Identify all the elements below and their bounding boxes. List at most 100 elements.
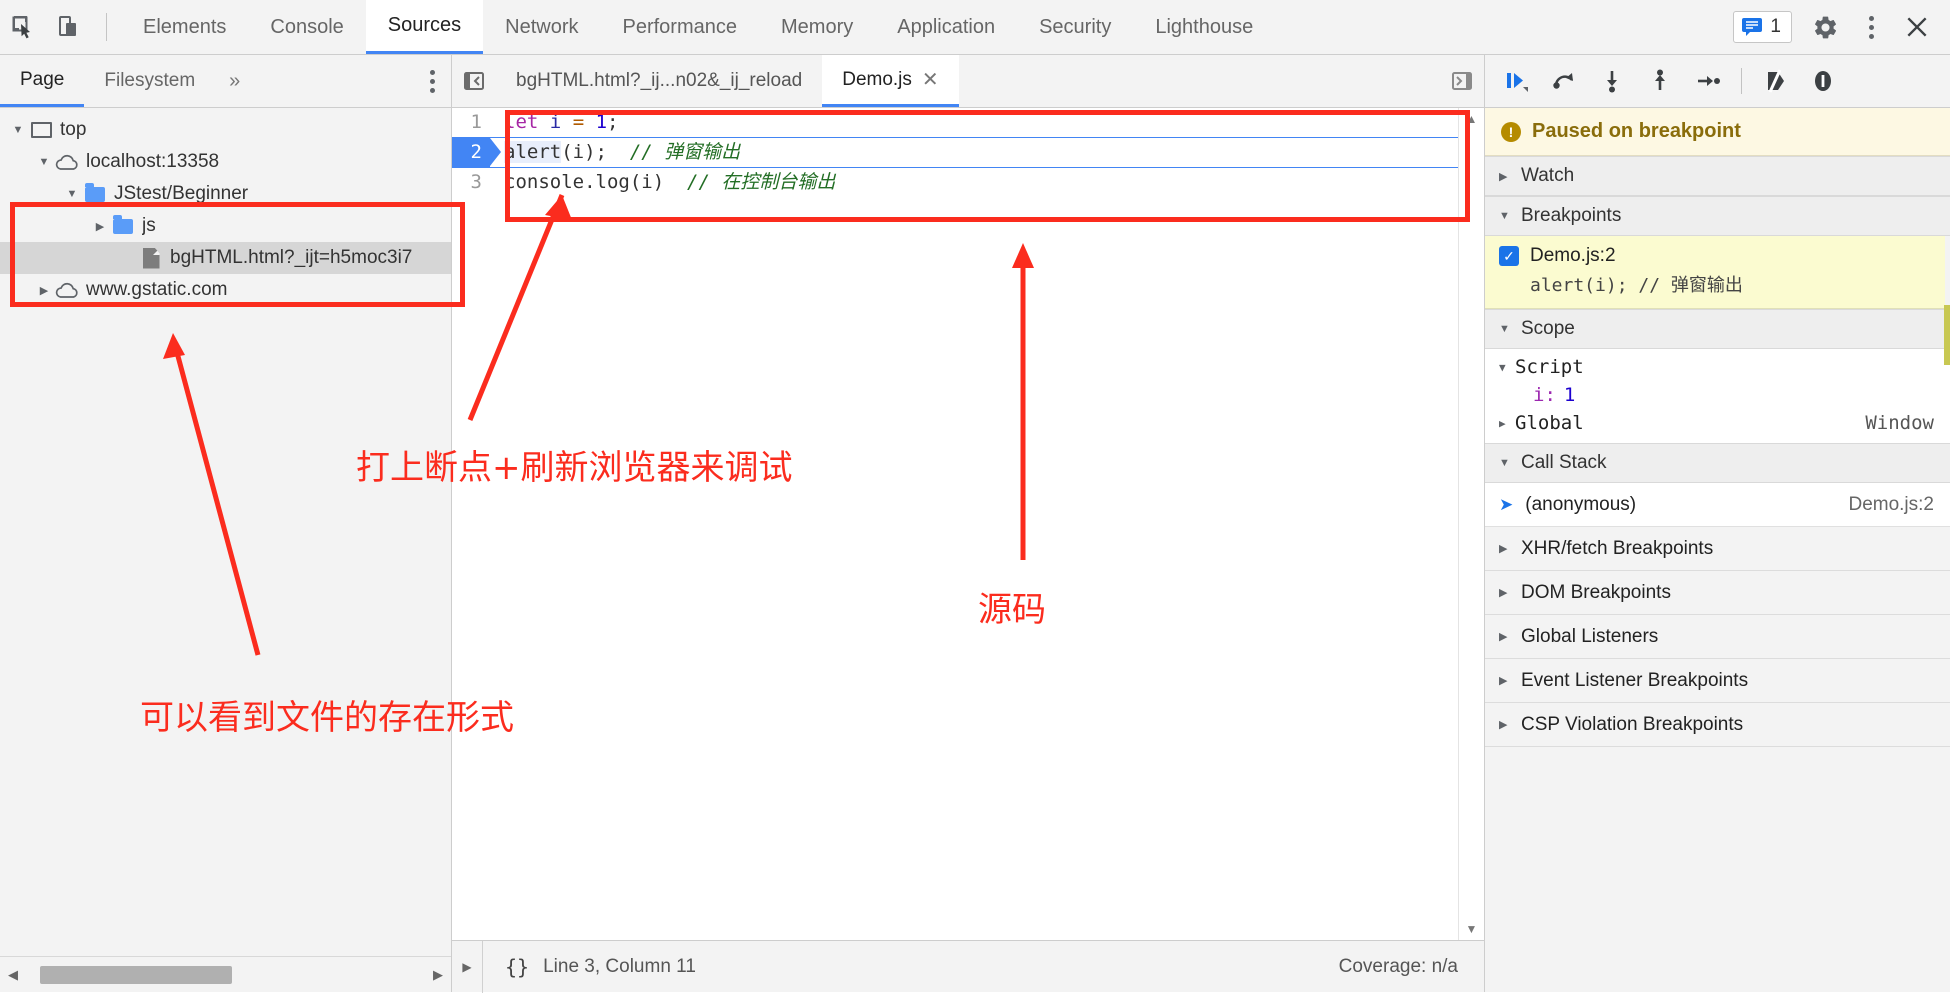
tab-security[interactable]: Security (1017, 0, 1133, 54)
line-content[interactable]: console.log(i) // 在控制台输出 (490, 168, 835, 197)
token: alert (504, 141, 562, 163)
tab-network[interactable]: Network (483, 0, 600, 54)
navigator-kebab-icon[interactable] (430, 69, 435, 93)
tab-console[interactable]: Console (248, 0, 365, 54)
debugger-scrollbar[interactable] (1944, 305, 1950, 365)
inspect-cursor-icon[interactable] (0, 4, 46, 50)
twisty-icon[interactable]: ▶ (90, 220, 110, 233)
breakpoint-item[interactable]: ✓ Demo.js:2 alert(i); // 弹窗输出 (1485, 236, 1950, 309)
gear-icon[interactable] (1802, 4, 1848, 50)
line-content[interactable]: let i = 1; (490, 108, 619, 137)
kebab-menu-icon[interactable] (1848, 4, 1894, 50)
section-breakpoints[interactable]: ▼ Breakpoints (1485, 196, 1950, 236)
twisty-icon[interactable]: ▼ (34, 156, 54, 168)
breakpoint-line-number[interactable]: 2 (452, 138, 501, 167)
section-call-stack[interactable]: ▼ Call Stack (1485, 443, 1950, 483)
scope-group-script[interactable]: ▼ Script (1485, 353, 1950, 381)
section-global-listeners[interactable]: ▶ Global Listeners (1485, 615, 1950, 659)
call-stack-frame-name: (anonymous) (1525, 493, 1637, 515)
scrollbar-track[interactable] (26, 957, 425, 993)
debugger-toolbar (1485, 55, 1950, 108)
nav-tab-page[interactable]: Page (0, 55, 85, 107)
twisty-icon[interactable]: ▼ (8, 124, 28, 136)
token: ; (607, 111, 619, 133)
call-stack-frame[interactable]: ➤ (anonymous) Demo.js:2 (1485, 483, 1950, 527)
close-tab-icon[interactable]: ✕ (922, 67, 939, 92)
chevron-down-icon[interactable]: ▼ (1499, 361, 1511, 374)
editor-tab-demojs[interactable]: Demo.js ✕ (822, 55, 959, 107)
editor-tab-bghtml[interactable]: bgHTML.html?_ij...n02&_ij_reload (496, 55, 822, 107)
pretty-print-icon[interactable]: {} (483, 955, 543, 979)
tab-elements[interactable]: Elements (121, 0, 248, 54)
tree-item-js[interactable]: ▶ js (0, 210, 451, 242)
step-out-button[interactable] (1639, 60, 1681, 102)
scope-group-global[interactable]: ▶ Global Window (1485, 409, 1950, 437)
scroll-down-icon[interactable]: ▼ (1466, 922, 1478, 936)
show-debugger-icon[interactable] (1440, 69, 1484, 93)
token: let (504, 111, 539, 133)
section-watch[interactable]: ▶ Watch (1485, 156, 1950, 196)
chevron-right-icon: ▶ (1499, 543, 1508, 555)
scroll-right-icon[interactable]: ▶ (425, 967, 451, 983)
close-icon[interactable] (1894, 4, 1940, 50)
active-frame-icon: ➤ (1499, 494, 1514, 514)
nav-tab-filesystem[interactable]: Filesystem (84, 55, 215, 107)
device-toolbar-icon[interactable] (46, 4, 92, 50)
scope-property[interactable]: i: 1 (1485, 381, 1950, 409)
nav-more-tabs-icon[interactable]: » (215, 70, 254, 93)
section-xhr-fetch-breakpoints[interactable]: ▶ XHR/fetch Breakpoints (1485, 527, 1950, 571)
section-label: Scope (1521, 318, 1575, 339)
token: (i); (561, 141, 607, 163)
cloud-icon (54, 282, 80, 299)
pause-on-exceptions-button[interactable] (1802, 60, 1844, 102)
tab-performance[interactable]: Performance (601, 0, 760, 54)
step-over-button[interactable] (1543, 60, 1585, 102)
scrollbar-thumb[interactable] (40, 965, 232, 984)
section-label: DOM Breakpoints (1521, 581, 1671, 603)
line-number[interactable]: 1 (452, 108, 490, 137)
paused-banner-text: Paused on breakpoint (1532, 120, 1741, 142)
twisty-icon[interactable]: ▶ (34, 284, 54, 297)
section-scope[interactable]: ▼ Scope (1485, 309, 1950, 349)
scroll-up-icon[interactable]: ▲ (1466, 112, 1478, 126)
editor-vertical-scrollbar[interactable]: ▲ ▼ (1458, 108, 1484, 940)
resume-script-button[interactable] (1495, 60, 1537, 102)
step-button[interactable] (1687, 60, 1729, 102)
line-content[interactable]: alert(i); // 弹窗输出 (490, 138, 740, 167)
line-number[interactable]: 3 (452, 168, 490, 197)
tree-item-label: js (142, 215, 156, 236)
tree-item-gstatic[interactable]: ▶ www.gstatic.com (0, 274, 451, 306)
code-line[interactable]: 1 let i = 1; (452, 108, 1458, 137)
tab-sources[interactable]: Sources (365, 0, 484, 54)
console-message-badge[interactable]: 1 (1733, 11, 1792, 43)
section-dom-breakpoints[interactable]: ▶ DOM Breakpoints (1485, 571, 1950, 615)
tree-item-localhost[interactable]: ▼ localhost:13358 (0, 146, 451, 178)
navigator-horizontal-scrollbar[interactable]: ◀ ▶ (0, 956, 451, 992)
chevron-right-icon[interactable]: ▶ (1499, 417, 1511, 430)
panel-tab-list: Elements Console Sources Network Perform… (121, 0, 1733, 54)
scope-group-label: Global (1515, 412, 1584, 434)
tree-item-jstest-beginner[interactable]: ▼ JStest/Beginner (0, 178, 451, 210)
code-line-breakpoint[interactable]: 2 alert(i); // 弹窗输出 (452, 137, 1458, 168)
breakpoint-checkbox[interactable]: ✓ (1499, 246, 1519, 266)
editor-tab-label: Demo.js (842, 68, 912, 90)
show-navigator-icon[interactable] (452, 69, 496, 93)
chevron-right-icon: ▶ (1499, 631, 1508, 643)
section-csp-violation-breakpoints[interactable]: ▶ CSP Violation Breakpoints (1485, 703, 1950, 747)
code-editor[interactable]: 1 let i = 1; 2 alert(i); // 弹窗输出 3 conso… (452, 108, 1458, 940)
section-event-listener-breakpoints[interactable]: ▶ Event Listener Breakpoints (1485, 659, 1950, 703)
deactivate-breakpoints-button[interactable] (1754, 60, 1796, 102)
tab-lighthouse[interactable]: Lighthouse (1133, 0, 1275, 54)
tab-application[interactable]: Application (875, 0, 1017, 54)
tab-memory[interactable]: Memory (759, 0, 875, 54)
token: = (572, 111, 585, 133)
tree-item-top[interactable]: ▼ top (0, 114, 451, 146)
code-line[interactable]: 3 console.log(i) // 在控制台输出 (452, 168, 1458, 197)
show-console-drawer-icon[interactable]: ▶ (452, 960, 482, 974)
step-into-button[interactable] (1591, 60, 1633, 102)
tree-item-bghtml-file[interactable]: bgHTML.html?_ijt=h5moc3i7 (0, 242, 451, 274)
twisty-icon[interactable]: ▼ (62, 188, 82, 200)
scroll-left-icon[interactable]: ◀ (0, 967, 26, 983)
